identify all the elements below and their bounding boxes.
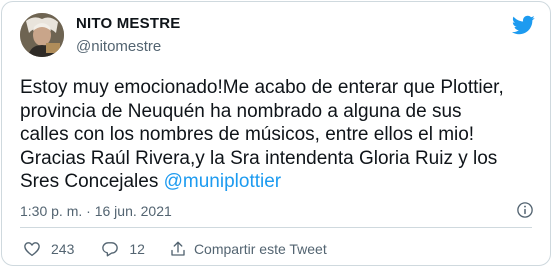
like-count: 243 [51,241,75,257]
speech-bubble-icon [102,242,119,257]
share-label: Compartir este Tweet [193,241,327,257]
mention-link[interactable]: @muniplottier [164,171,282,192]
avatar[interactable] [20,13,64,57]
tweet-card[interactable]: NITO MESTRE @nitomestre Estoy muy emocio… [1,1,551,266]
author-handle[interactable]: @nitomestre [76,38,180,55]
heart-icon [24,242,40,257]
like-button[interactable]: 243 [23,240,74,258]
author-names: NITO MESTRE @nitomestre [76,15,180,55]
share-arrow-icon [171,241,185,256]
twitter-bird-icon[interactable] [511,13,535,37]
reply-count: 12 [129,241,145,257]
avatar-image [20,13,64,57]
reply-button[interactable]: 12 [101,240,145,258]
timestamp-separator: · [82,203,95,219]
tweet-text: Estoy muy emocionado!Me acabo de enterar… [20,76,535,194]
share-button[interactable]: Compartir este Tweet [169,240,327,258]
tweet-header: NITO MESTRE @nitomestre [20,11,535,61]
tweet-actions: 243 12 Compartir este Tweet [20,238,327,260]
tweet-timestamp: 1:30 p. m. · 16 jun. 2021 [20,203,172,219]
tweet-date[interactable]: 16 jun. 2021 [95,203,172,219]
info-icon[interactable] [516,201,534,219]
divider [20,227,532,228]
author-display-name[interactable]: NITO MESTRE [76,15,180,32]
tweet-time[interactable]: 1:30 p. m. [20,203,82,219]
